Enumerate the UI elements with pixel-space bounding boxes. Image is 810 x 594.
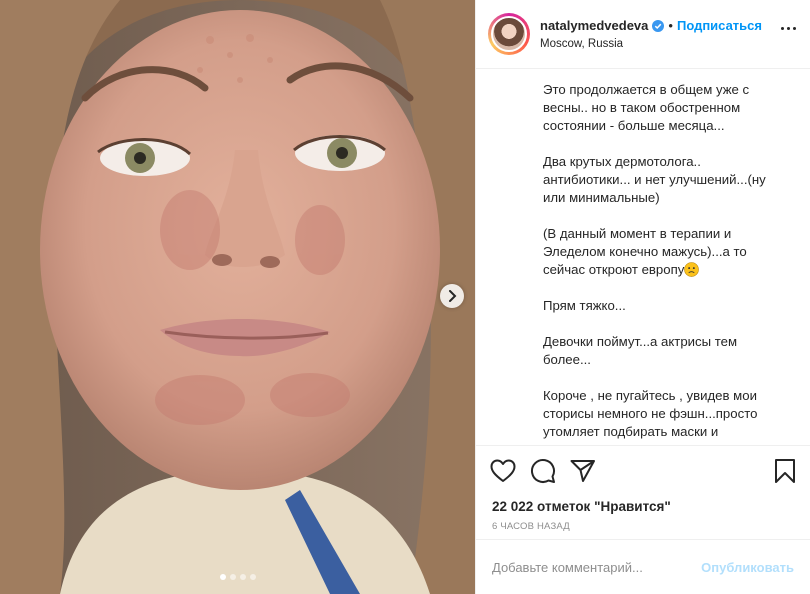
carousel-dot: [229, 574, 236, 580]
caption-paragraph: Короче , не пугайтесь , увидев мои стори…: [543, 388, 758, 439]
action-bar: [476, 445, 810, 495]
carousel-indicator: [0, 574, 475, 580]
post-sidebar: natalymedvedeva • Подписаться Moscow, Ru…: [475, 0, 810, 594]
chevron-right-icon: [449, 290, 457, 302]
comment-icon[interactable]: [530, 458, 556, 484]
publish-button[interactable]: Опубликовать: [701, 560, 794, 575]
caption: Это продолжается в общем уже с весны.. н…: [476, 69, 810, 445]
more-options-icon[interactable]: [781, 27, 796, 30]
like-count[interactable]: 22 022 отметок "Нравится": [476, 495, 810, 517]
carousel-next-button[interactable]: [440, 284, 464, 308]
caption-paragraph: Девочки поймут...а актрисы тем более...: [543, 334, 738, 367]
avatar-image: [491, 16, 527, 52]
bookmark-icon[interactable]: [774, 458, 796, 484]
caption-paragraph: Это продолжается в общем уже с весны.. н…: [543, 82, 750, 133]
caption-paragraph: (В данный момент в терапии и Эледелом ко…: [543, 226, 747, 277]
username-link[interactable]: natalymedvedeva: [540, 18, 648, 33]
carousel-dot: [219, 574, 226, 580]
carousel-dot: [239, 574, 246, 580]
verified-badge-icon: [652, 19, 665, 32]
carousel-dot: [249, 574, 256, 580]
share-icon[interactable]: [570, 459, 596, 483]
caption-paragraph: Два крутых дермотолога.. антибиотики... …: [543, 154, 766, 205]
post-header: natalymedvedeva • Подписаться Moscow, Ru…: [476, 0, 810, 69]
comment-input[interactable]: Добавьте комментарий...: [492, 560, 701, 575]
avatar[interactable]: [488, 13, 530, 55]
follow-button[interactable]: Подписаться: [677, 18, 762, 33]
post-media[interactable]: [0, 0, 475, 594]
user-line: natalymedvedeva • Подписаться: [540, 18, 762, 33]
post-timestamp[interactable]: 6 часов назад: [476, 517, 810, 541]
location-link[interactable]: Moscow, Russia: [540, 38, 762, 50]
separator: •: [668, 18, 673, 33]
user-info: natalymedvedeva • Подписаться Moscow, Ru…: [540, 18, 762, 50]
post-photo: [0, 0, 475, 594]
worried-emoji-icon: [684, 262, 700, 277]
caption-paragraph: Прям тяжко...: [543, 298, 626, 313]
instagram-post: natalymedvedeva • Подписаться Moscow, Ru…: [0, 0, 810, 594]
heart-icon[interactable]: [490, 459, 516, 483]
comment-form: Добавьте комментарий... Опубликовать: [476, 539, 810, 594]
